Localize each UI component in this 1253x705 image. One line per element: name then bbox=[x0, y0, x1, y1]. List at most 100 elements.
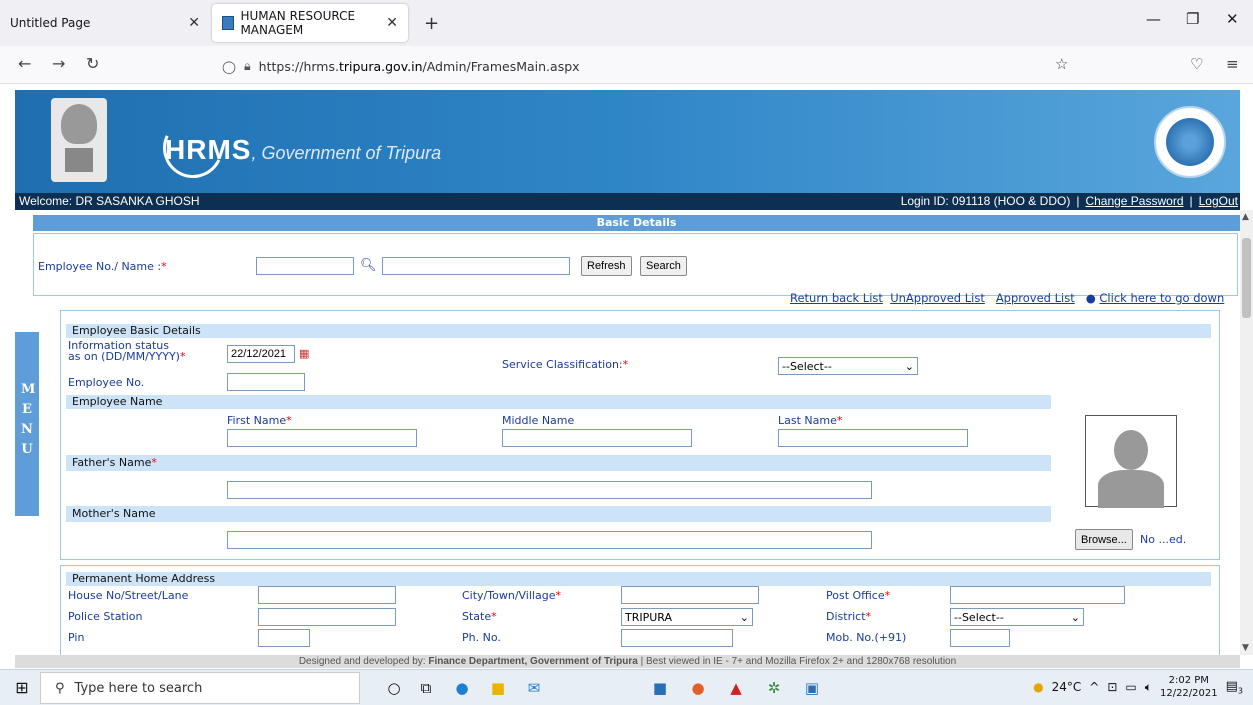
return-back-list-link[interactable]: Return back List bbox=[790, 291, 883, 305]
tray-expand-icon[interactable]: ^ bbox=[1089, 680, 1099, 694]
browser-tab-bar: Untitled Page ✕ HUMAN RESOURCE MANAGEM ✕… bbox=[0, 0, 1253, 46]
network-icon[interactable]: ⊡ bbox=[1107, 680, 1117, 694]
acrobat-icon[interactable]: ▲ bbox=[726, 678, 746, 698]
refresh-button[interactable]: Refresh bbox=[581, 256, 632, 276]
hrms-favicon-icon bbox=[222, 16, 235, 30]
permanent-address-section-bar: Permanent Home Address bbox=[66, 572, 1211, 586]
tab-untitled-page[interactable]: Untitled Page ✕ bbox=[0, 4, 210, 42]
employee-no-field[interactable] bbox=[227, 373, 305, 391]
browse-photo-button[interactable]: Browse... bbox=[1075, 529, 1133, 550]
district-text: District bbox=[826, 610, 866, 623]
state-text: State bbox=[462, 610, 492, 623]
back-icon[interactable]: ← bbox=[18, 54, 31, 73]
taskbar-search[interactable]: ⚲ Type here to search bbox=[40, 672, 360, 704]
tab-hrms[interactable]: HUMAN RESOURCE MANAGEM ✕ bbox=[212, 4, 408, 42]
weather-temp[interactable]: 24°C bbox=[1052, 680, 1082, 694]
taskbar-search-placeholder: Type here to search bbox=[74, 680, 203, 696]
house-label: House No/Street/Lane bbox=[68, 589, 189, 602]
search-icon: ⚲ bbox=[55, 680, 65, 696]
scroll-thumb[interactable] bbox=[1242, 238, 1251, 318]
last-name-input[interactable] bbox=[778, 429, 968, 447]
close-tab-icon[interactable]: ✕ bbox=[188, 15, 200, 31]
district-value: --Select-- bbox=[954, 610, 1004, 624]
forward-icon[interactable]: → bbox=[52, 54, 65, 73]
district-label: District* bbox=[826, 610, 872, 623]
service-classification-select[interactable]: --Select-- ⌄ bbox=[778, 357, 918, 375]
scroll-up-icon[interactable]: ▲ bbox=[1242, 212, 1249, 222]
welcome-bar: Welcome: DR SASANKA GHOSH Login ID: 0911… bbox=[15, 193, 1240, 210]
welcome-text: Welcome: DR SASANKA GHOSH bbox=[19, 194, 200, 208]
fathers-name-label: Father's Name bbox=[72, 456, 152, 469]
edge-icon[interactable]: ● bbox=[452, 678, 472, 698]
minimize-icon[interactable]: — bbox=[1146, 10, 1161, 28]
phone-input[interactable] bbox=[621, 629, 733, 647]
post-office-input[interactable] bbox=[950, 586, 1125, 604]
side-menu-tab[interactable]: MENU bbox=[15, 332, 39, 516]
search-button[interactable]: Search bbox=[640, 256, 687, 276]
city-text: City/Town/Village bbox=[462, 589, 556, 602]
file-explorer-icon[interactable]: ■ bbox=[488, 678, 508, 698]
firefox-icon[interactable]: ● bbox=[688, 678, 708, 698]
shield-icon: ◯ bbox=[222, 58, 236, 74]
search-magnifier-icon[interactable]: 🔍︎ bbox=[360, 258, 377, 273]
chevron-down-icon: ⌄ bbox=[904, 359, 914, 373]
mothers-name-input[interactable] bbox=[227, 531, 872, 549]
address-bar[interactable]: ◯ 🔒︎ https://hrms. tripura.gov.in/Admin/F… bbox=[222, 52, 1082, 80]
clock[interactable]: 2:02 PM 12/22/2021 bbox=[1160, 674, 1218, 700]
cortana-icon[interactable]: ○ bbox=[384, 678, 404, 698]
restore-icon[interactable]: ❐ bbox=[1186, 10, 1199, 28]
service-classification-value: --Select-- bbox=[782, 359, 832, 373]
store-icon[interactable]: ■ bbox=[650, 678, 670, 698]
close-tab-icon[interactable]: ✕ bbox=[386, 15, 398, 31]
scroll-down-icon[interactable]: ▼ bbox=[1242, 643, 1249, 653]
city-input[interactable] bbox=[621, 586, 759, 604]
change-password-link[interactable]: Change Password bbox=[1085, 194, 1183, 208]
police-station-input[interactable] bbox=[258, 608, 396, 626]
info-status-date-input[interactable] bbox=[227, 345, 295, 363]
app-icon[interactable]: ✲ bbox=[764, 678, 784, 698]
reload-icon[interactable]: ↻ bbox=[86, 54, 99, 73]
logout-link[interactable]: LogOut bbox=[1199, 194, 1238, 208]
close-window-icon[interactable]: ✕ bbox=[1226, 10, 1239, 28]
content-scrollbar[interactable]: ▲ ▼ bbox=[1240, 210, 1253, 655]
go-down-link[interactable]: Click here to go down bbox=[1099, 291, 1224, 305]
unapproved-list-link[interactable]: UnApproved List bbox=[890, 291, 985, 305]
main-content: Basic Details Employee No./ Name :* 🔍︎ R… bbox=[15, 210, 1240, 655]
house-input[interactable] bbox=[258, 586, 396, 604]
mobile-input[interactable] bbox=[950, 629, 1010, 647]
employee-name-input[interactable] bbox=[382, 257, 570, 275]
hrms-banner: HRMS, Government of Tripura bbox=[15, 90, 1240, 193]
windows-start-icon[interactable]: ⊞ bbox=[12, 678, 32, 698]
chevron-down-icon: ⌄ bbox=[1070, 610, 1080, 624]
employee-no-input[interactable] bbox=[256, 257, 354, 275]
chevron-down-icon: ⌄ bbox=[739, 610, 749, 624]
district-select[interactable]: --Select-- ⌄ bbox=[950, 608, 1084, 626]
pin-label: Pin bbox=[68, 631, 85, 644]
pocket-icon[interactable]: ♡ bbox=[1190, 55, 1203, 73]
document-app-icon[interactable]: ▣ bbox=[802, 678, 822, 698]
state-select[interactable]: TRIPURA ⌄ bbox=[621, 608, 753, 626]
pin-input[interactable] bbox=[258, 629, 310, 647]
url-path: /Admin/FramesMain.aspx bbox=[422, 58, 580, 74]
tab-title: Untitled Page bbox=[10, 16, 91, 30]
task-view-icon[interactable]: ⧉ bbox=[416, 678, 436, 698]
bookmark-star-icon[interactable]: ☆ bbox=[1055, 55, 1068, 73]
phone-label: Ph. No. bbox=[462, 631, 501, 644]
menu-icon[interactable]: ≡ bbox=[1226, 55, 1239, 73]
footer-suffix: | Best viewed in IE - 7+ and Mozilla Fir… bbox=[637, 656, 957, 667]
mail-icon[interactable]: ✉ bbox=[524, 678, 544, 698]
fathers-name-input[interactable] bbox=[227, 481, 872, 499]
approved-list-link[interactable]: Approved List bbox=[996, 291, 1075, 305]
notifications-icon[interactable]: ▤3 bbox=[1226, 679, 1243, 696]
calendar-icon[interactable]: ▦ bbox=[299, 347, 309, 360]
info-status-line2: as on (DD/MM/YYYY) bbox=[68, 350, 180, 363]
info-status-label: Information status as on (DD/MM/YYYY)* bbox=[68, 339, 186, 363]
first-name-input[interactable] bbox=[227, 429, 417, 447]
last-name-label: Last Name* bbox=[778, 414, 843, 427]
employee-search-label-text: Employee No./ Name : bbox=[38, 260, 162, 273]
display-icon[interactable]: ▭ bbox=[1125, 680, 1136, 694]
new-tab-icon[interactable]: + bbox=[424, 13, 439, 34]
file-status-text: No ...ed. bbox=[1140, 533, 1187, 546]
volume-icon[interactable]: 🔈︎ bbox=[1145, 680, 1152, 695]
middle-name-input[interactable] bbox=[502, 429, 692, 447]
